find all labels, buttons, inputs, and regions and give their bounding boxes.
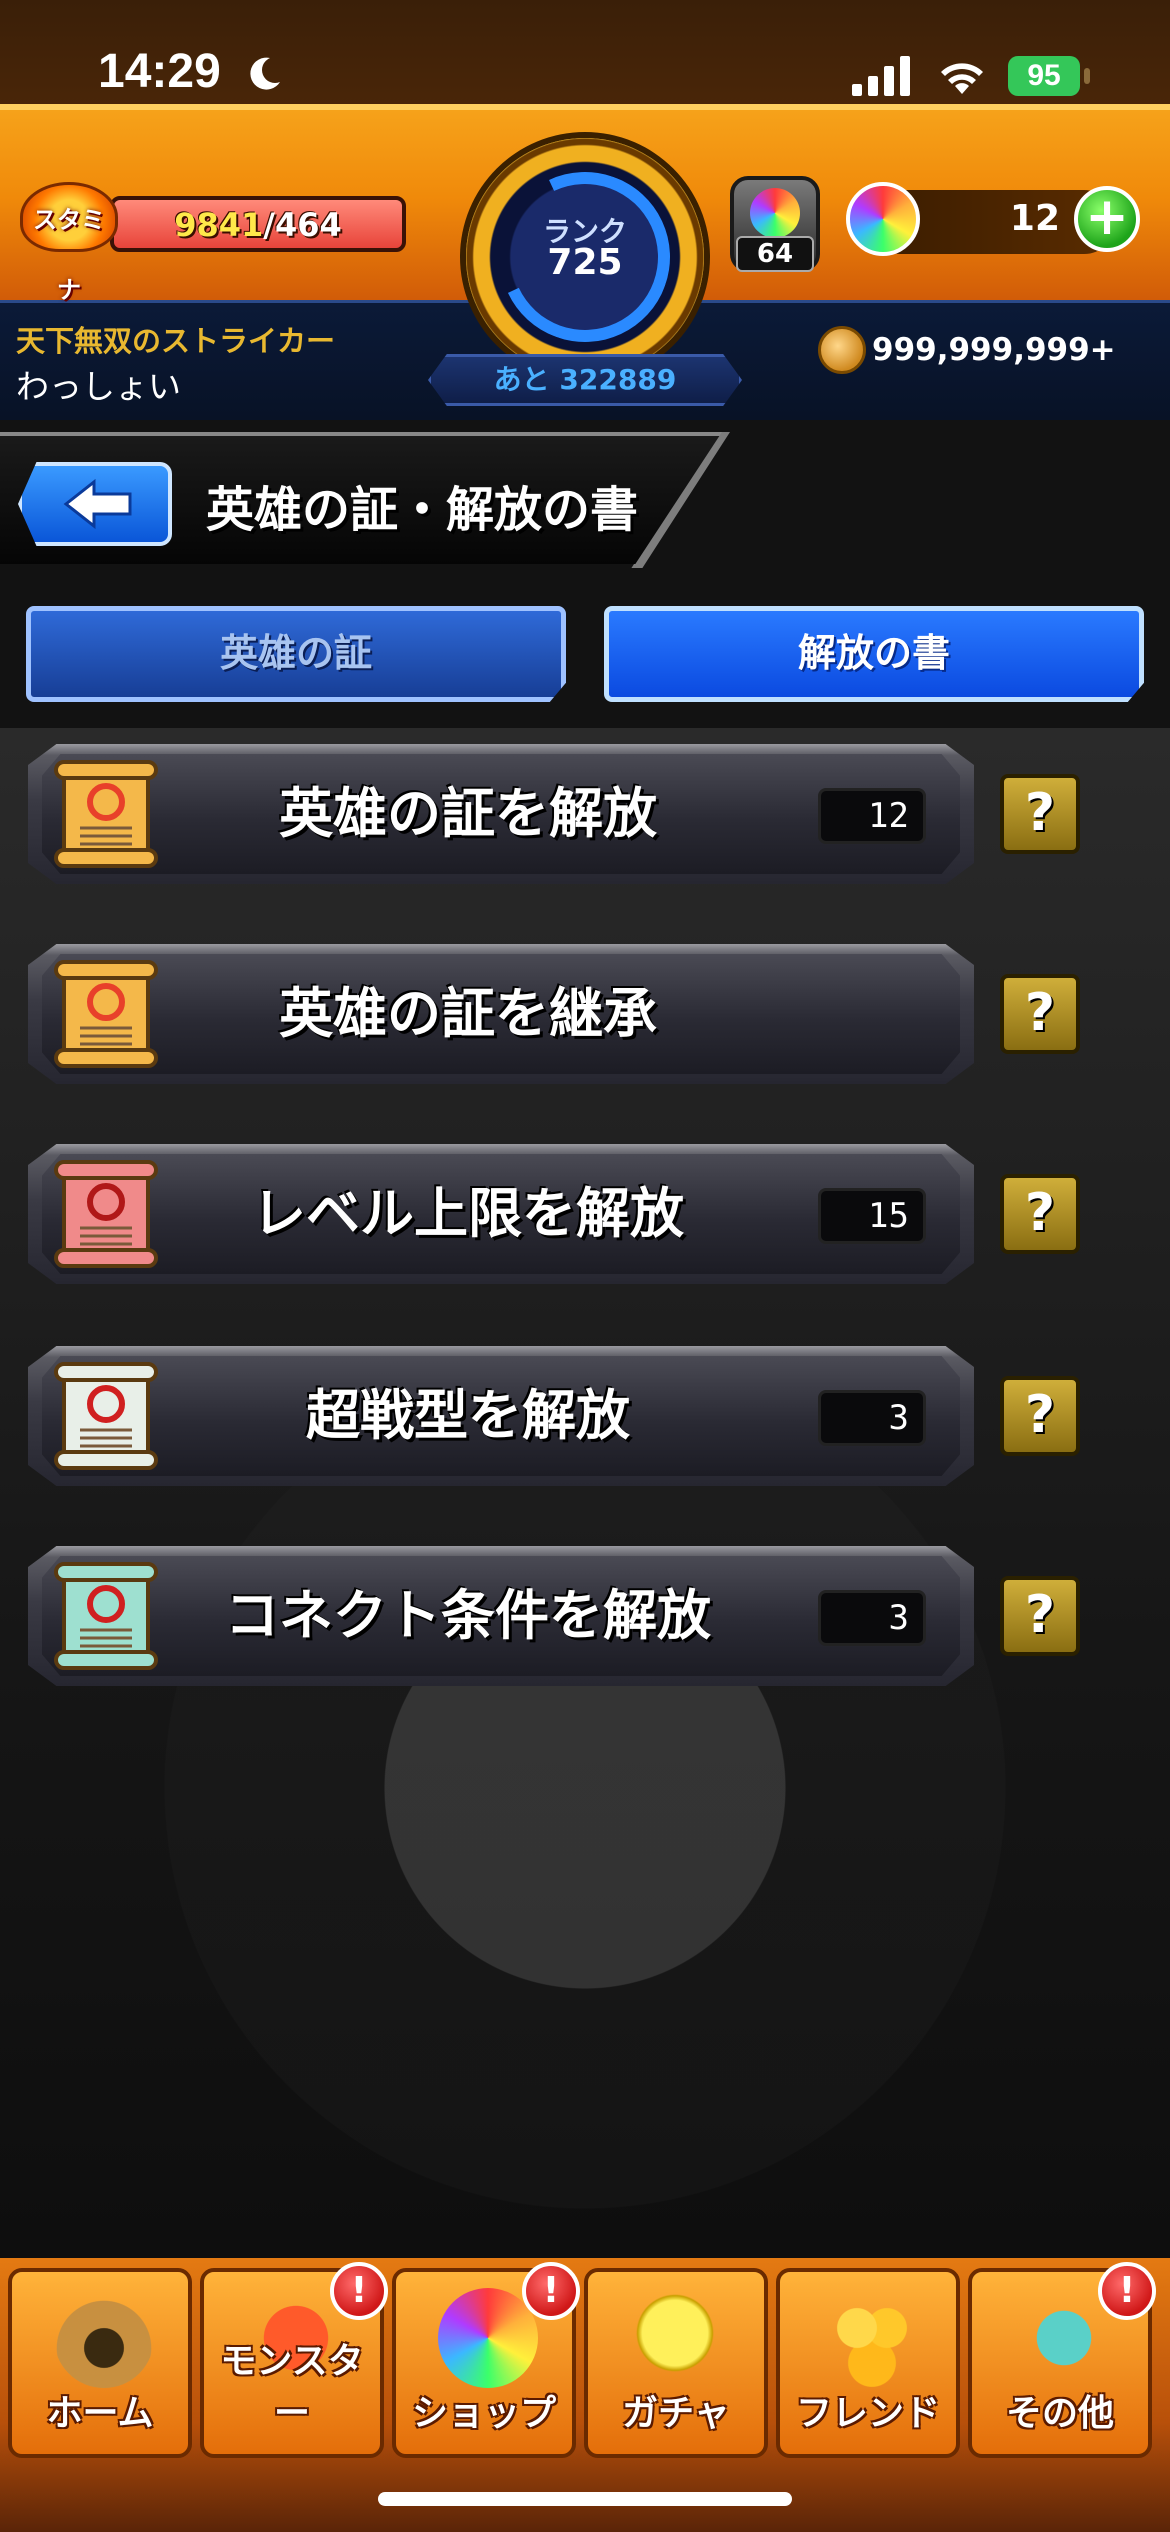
help-button[interactable]: ? [1000, 974, 1080, 1054]
tab-hero-proof[interactable]: 英雄の証 [26, 606, 566, 702]
alert-badge: ! [522, 2262, 580, 2320]
stamina-bar: 9841/464 [110, 196, 406, 252]
menu-row[interactable]: 超戦型を解放 3 [28, 1346, 974, 1486]
row-label: 英雄の証を継承 [279, 982, 657, 1045]
gold-value: 999,999,999+ [872, 332, 1116, 368]
row-label: レベル上限を解放 [252, 1182, 684, 1245]
moon-icon [250, 57, 280, 90]
nav-label: モンスター [220, 2341, 364, 2434]
battery-tip [1084, 68, 1090, 84]
row-count: 15 [818, 1188, 926, 1244]
nav-item[interactable]: フレンド [776, 2268, 960, 2458]
buy-orb-button[interactable]: + [1074, 186, 1140, 252]
page-title: 英雄の証・解放の書 [206, 482, 639, 538]
help-button[interactable]: ? [1000, 774, 1080, 854]
orb-count: 12 [1009, 198, 1060, 239]
home-indicator [378, 2492, 792, 2506]
orb-icon [846, 182, 920, 256]
row-label: コネクト条件を解放 [225, 1584, 711, 1647]
status-time: 14:29 [98, 45, 221, 98]
nav-item[interactable]: ホーム [8, 2268, 192, 2458]
help-button[interactable]: ? [1000, 1376, 1080, 1456]
alert-badge: ! [1098, 2262, 1156, 2320]
friend-icon [822, 2288, 922, 2388]
stamina-max: 464 [274, 206, 342, 244]
back-arrow-icon [63, 478, 132, 530]
nav-label: ホーム [46, 2393, 154, 2434]
row-label: 超戦型を解放 [306, 1384, 630, 1447]
row-count: 3 [818, 1390, 926, 1446]
stamina-icon: スタミナ [20, 182, 118, 304]
row-count: 3 [818, 1590, 926, 1646]
signal-icon [852, 56, 910, 96]
stamina-text: 9841/464 [114, 200, 402, 248]
tab-release-book[interactable]: 解放の書 [604, 606, 1144, 702]
menu-row[interactable]: 英雄の証を継承 [28, 944, 974, 1084]
home-icon [54, 2288, 154, 2388]
nav-label: ショップ [411, 2393, 556, 2434]
shop-orb-icon [438, 2288, 538, 2388]
help-button[interactable]: ? [1000, 1174, 1080, 1254]
stamina-current: 9841 [174, 206, 264, 244]
menu-row[interactable]: コネクト条件を解放 3 [28, 1546, 974, 1686]
nav-item[interactable]: その他! [968, 2262, 1156, 2458]
player-title: 天下無双のストライカー [16, 324, 336, 358]
stamina-separator: / [263, 206, 275, 244]
alert-badge: ! [330, 2262, 388, 2320]
help-button[interactable]: ? [1000, 1576, 1080, 1656]
row-count: 12 [818, 788, 926, 844]
other-icon [1014, 2288, 1114, 2388]
nav-label: その他 [1005, 2393, 1114, 2434]
rank-value: 725 [547, 242, 623, 283]
row-label: 英雄の証を解放 [279, 782, 657, 845]
wifi-icon [941, 63, 983, 94]
nav-label: フレンド [795, 2393, 940, 2434]
gold-coin-icon [818, 326, 866, 374]
nav-item[interactable]: ガチャ [584, 2268, 768, 2458]
rank-next-exp: あと 322889 [428, 354, 742, 406]
lucky-count: 64 [736, 236, 814, 272]
nav-item[interactable]: ショップ! [392, 2262, 580, 2458]
nav-item[interactable]: モンスター! [200, 2262, 388, 2458]
menu-row[interactable]: 英雄の証を解放 12 [28, 744, 974, 884]
menu-row[interactable]: レベル上限を解放 15 [28, 1144, 974, 1284]
player-name: わっしょい [16, 367, 181, 406]
nav-label: ガチャ [622, 2393, 730, 2434]
gacha-egg-icon [630, 2288, 730, 2388]
battery-badge: 95 [1008, 56, 1080, 96]
lucky-orb-icon [750, 188, 800, 238]
